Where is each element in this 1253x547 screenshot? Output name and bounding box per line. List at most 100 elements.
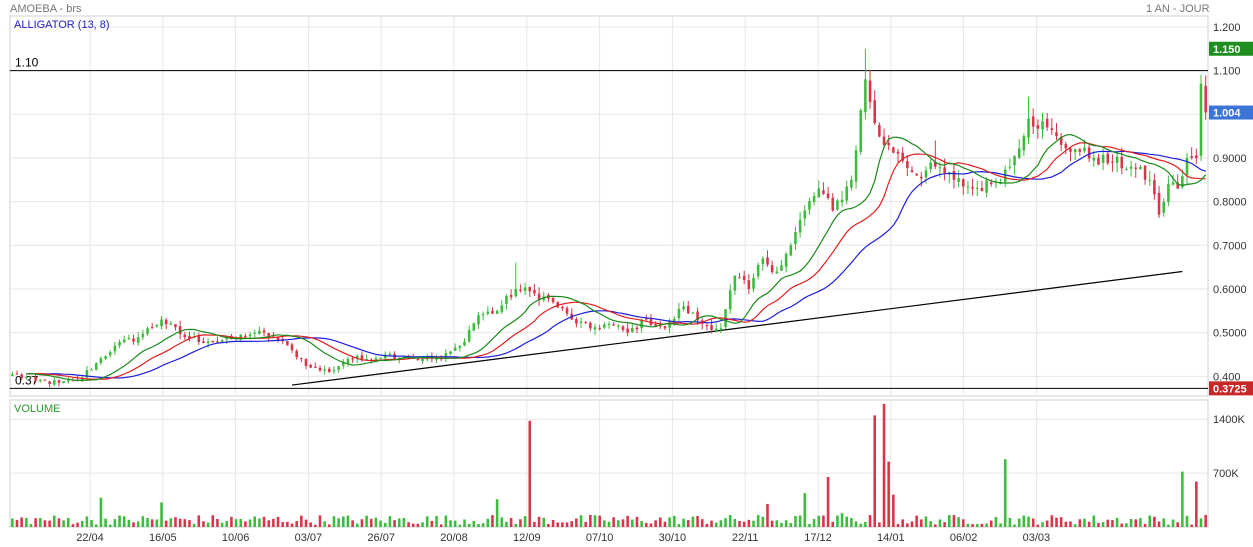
candle-body	[421, 358, 424, 362]
candle-body	[1111, 161, 1114, 163]
candle-body	[733, 275, 737, 291]
candle-body	[565, 308, 569, 314]
candle-body	[379, 358, 382, 360]
volume-bar	[71, 524, 75, 527]
volume-bar	[276, 516, 280, 527]
candle-body	[11, 374, 14, 376]
candle-body	[635, 327, 639, 330]
volume-bar	[174, 517, 177, 527]
candle-body	[453, 347, 457, 351]
volume-bar	[836, 515, 839, 527]
candle-body	[1129, 166, 1133, 169]
price-tick-label: 0.7000	[1213, 240, 1247, 252]
volume-bar	[658, 517, 662, 527]
volume-bar	[906, 523, 909, 527]
volume-bar	[220, 522, 224, 527]
candle-body	[593, 327, 597, 330]
candle-body	[528, 286, 532, 292]
price-badge-label: 0.3725	[1213, 383, 1247, 395]
candle-body	[1031, 116, 1035, 127]
volume-bar	[360, 519, 364, 527]
candle-body	[756, 265, 760, 277]
candle-body	[1185, 157, 1189, 176]
volume-bar	[342, 516, 345, 527]
volume-bar	[519, 519, 522, 527]
volume-bar	[612, 517, 615, 527]
candle-body	[206, 341, 210, 344]
volume-bar	[710, 520, 713, 527]
volume-bar	[724, 518, 727, 527]
volume-bar	[565, 522, 569, 527]
candle-body	[943, 167, 946, 174]
candle-body	[1045, 118, 1049, 128]
candle-body	[1171, 182, 1175, 185]
candle-body	[728, 290, 732, 310]
volume-bar	[761, 516, 765, 527]
volume-tick-label: 700K	[1213, 468, 1239, 480]
candle-body	[584, 322, 587, 324]
volume-bar	[826, 476, 830, 527]
x-tick-label: 26/07	[367, 532, 395, 544]
candle-body	[202, 341, 205, 344]
candle-body	[966, 186, 970, 188]
volume-bar	[1111, 520, 1114, 527]
candle-body	[15, 373, 19, 375]
candle-body	[826, 193, 830, 198]
candle-body	[1139, 166, 1142, 170]
candle-body	[850, 179, 853, 188]
volume-bar	[290, 523, 294, 527]
candle-body	[211, 340, 215, 343]
volume-bar	[337, 518, 340, 527]
candle-body	[1143, 165, 1147, 180]
candle-body	[645, 318, 648, 320]
candle-body	[1125, 168, 1128, 170]
volume-bar	[300, 515, 303, 527]
volume-bar	[910, 521, 914, 527]
candle-body	[910, 170, 914, 173]
volume-bar	[700, 519, 704, 527]
candle-body	[360, 355, 364, 360]
candle-body	[43, 379, 47, 381]
candle-body	[952, 170, 956, 180]
candle-body	[603, 324, 606, 328]
x-tick-label: 30/10	[659, 532, 687, 544]
volume-bar	[146, 517, 149, 527]
candle-body	[146, 328, 149, 335]
candle-body	[332, 370, 336, 372]
volume-bar	[267, 520, 270, 527]
volume-bar	[1064, 521, 1068, 527]
volume-bar	[1045, 520, 1049, 527]
volume-bar	[598, 515, 601, 527]
candle-body	[551, 298, 555, 303]
candle-body	[906, 161, 909, 168]
volume-bar	[728, 515, 732, 527]
volume-bar	[402, 518, 406, 527]
candle-body	[300, 358, 303, 360]
candle-body	[94, 363, 98, 370]
candle-body	[62, 381, 65, 383]
volume-bar	[575, 518, 578, 527]
volume-bar	[989, 520, 993, 527]
candle-body	[1055, 132, 1058, 137]
candle-body	[621, 326, 625, 330]
candle-body	[1092, 157, 1096, 161]
candle-body	[780, 265, 783, 271]
volume-bar	[160, 502, 163, 527]
volume-bar	[309, 522, 312, 527]
volume-bar	[379, 520, 382, 527]
volume-bar	[253, 516, 257, 527]
volume-bar	[449, 520, 452, 527]
candle-body	[854, 150, 858, 182]
candle-body	[53, 380, 56, 385]
candle-body	[346, 358, 350, 364]
volume-bar	[645, 522, 648, 527]
x-tick-label: 07/10	[586, 532, 614, 544]
reference-line-label: 1.10	[15, 56, 39, 70]
volume-bar	[332, 516, 336, 527]
candle-body	[99, 358, 103, 364]
candle-body	[505, 295, 508, 305]
candle-body	[481, 314, 485, 316]
candle-body	[1083, 147, 1086, 152]
candle-body	[113, 345, 117, 352]
candle-body	[323, 369, 326, 371]
